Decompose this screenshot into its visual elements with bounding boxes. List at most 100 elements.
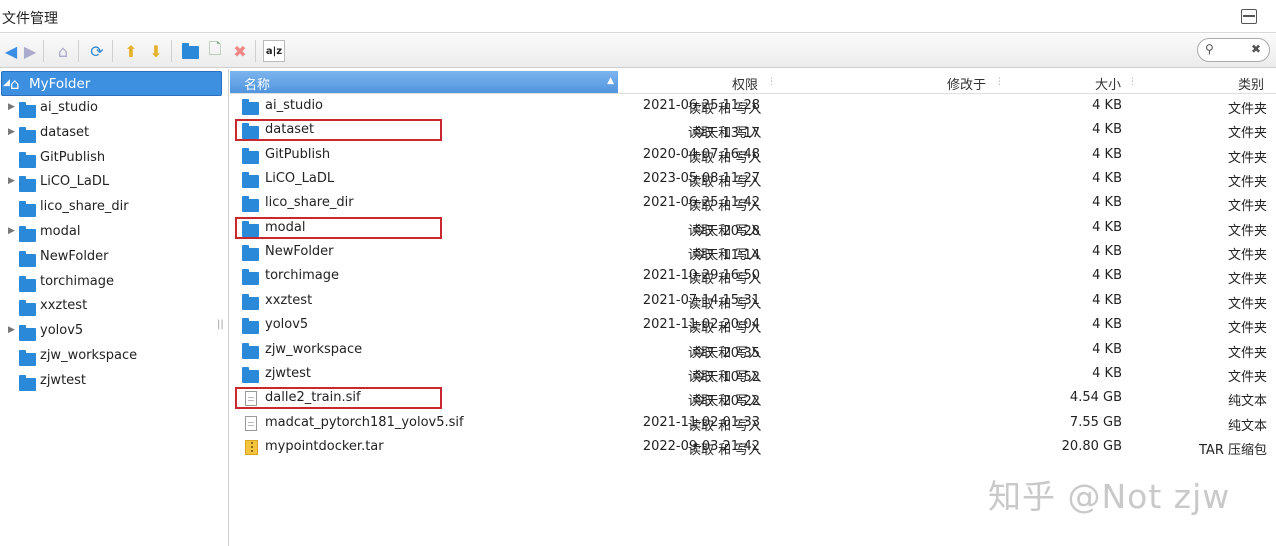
column-header: 名称 ▲ 权限 ⋮ 修改于 ⋮ 大小 ⋮ 类别 <box>230 69 1276 94</box>
file-row[interactable]: LiCO_LaDL 读取 和 写入 2023-05-08 11:27 4 KB 文件夹 <box>230 167 1276 191</box>
tree-item[interactable]: xxztest <box>0 295 225 319</box>
file-size: 4 KB <box>1092 146 1122 162</box>
home-icon: ⌂ <box>10 75 20 93</box>
file-name: lico_share_dir <box>265 195 354 211</box>
toolbar-divider <box>43 40 44 62</box>
home-icon[interactable]: ⌂ <box>52 40 74 62</box>
file-modified: 2021-11-02 20:04 <box>642 317 760 333</box>
column-divider[interactable]: ⋮ <box>767 77 776 87</box>
expand-arrow-icon[interactable]: ◢ <box>3 78 10 88</box>
folder-icon <box>19 275 36 292</box>
tree-item-label: LiCO_LaDL <box>40 174 110 190</box>
file-row[interactable]: zjw_workspace 读取 和 写入 今天 20:35 4 KB 文件夹 <box>230 338 1276 362</box>
file-modified: 2021-10-29 16:50 <box>642 268 760 284</box>
file-row[interactable]: mypointdocker.tar 读取 和 写入 2022-09-03 21:42… <box>230 435 1276 459</box>
file-name: LiCO_LaDL <box>265 171 335 187</box>
file-name: mypointdocker.tar <box>265 438 384 454</box>
file-size: 4 KB <box>1092 195 1122 211</box>
tree-item-label: GitPublish <box>40 149 106 165</box>
column-header-modified[interactable]: 修改于 <box>947 74 986 93</box>
tree-item[interactable]: GitPublish <box>0 147 225 171</box>
clear-search-icon[interactable]: ✖ <box>1251 42 1261 56</box>
expand-arrow-icon[interactable]: ▶ <box>8 325 15 335</box>
toolbar: ◀ ▶ ⌂ ⟳ ⬆ ⬇ 🗋 ✖ a|z ⚲ ✖ <box>0 34 1276 68</box>
folder-icon <box>19 374 36 391</box>
expand-arrow-icon[interactable]: ▶ <box>8 176 15 186</box>
rename-icon[interactable]: a|z <box>263 40 285 62</box>
file-name: zjwtest <box>265 365 312 381</box>
forward-icon[interactable]: ▶ <box>19 40 41 62</box>
file-modified: 今天 13:17 <box>692 126 760 142</box>
new-file-icon[interactable]: 🗋 <box>204 39 226 62</box>
column-divider[interactable]: ⋮ <box>995 77 1004 87</box>
search-input[interactable]: ⚲ ✖ <box>1197 38 1270 62</box>
file-name: torchimage <box>265 268 339 284</box>
file-modified: 2022-09-03 21:42 <box>642 438 760 454</box>
tree-item[interactable]: ▶ modal <box>0 221 225 245</box>
expand-arrow-icon[interactable]: ▶ <box>8 226 15 236</box>
file-type: 文件夹 <box>1227 126 1267 142</box>
resize-grip-icon[interactable]: || <box>217 319 224 330</box>
tree-item[interactable]: zjw_workspace <box>0 345 225 369</box>
file-row[interactable]: xxztest 读取 和 写入 2021-07-14 15:31 4 KB 文件夹 <box>230 289 1276 313</box>
file-name: ai_studio <box>265 98 324 113</box>
file-type: 文件夹 <box>1227 199 1267 215</box>
download-icon[interactable]: ⬇ <box>145 40 167 62</box>
expand-arrow-icon[interactable]: ▶ <box>8 127 15 137</box>
tree-item[interactable]: zjwtest <box>0 370 225 394</box>
file-name: GitPublish <box>265 146 331 162</box>
file-row[interactable]: yolov5 读取 和 写入 2021-11-02 20:04 4 KB 文件夹 <box>230 313 1276 337</box>
tree-item[interactable]: ▶ dataset <box>0 122 225 146</box>
folder-icon <box>242 245 259 262</box>
upload-icon[interactable]: ⬆ <box>120 40 142 62</box>
collapse-panel-icon[interactable] <box>1241 9 1257 24</box>
archive-file-icon <box>245 439 258 455</box>
column-divider[interactable]: ⋮ <box>1128 77 1137 87</box>
file-size: 4 KB <box>1092 219 1122 235</box>
delete-icon[interactable]: ✖ <box>229 40 251 62</box>
refresh-icon[interactable]: ⟳ <box>86 40 108 62</box>
file-modified: 2023-05-08 11:27 <box>642 171 760 187</box>
file-modified: 今天 11:14 <box>692 248 760 264</box>
title-bar: 文件管理 <box>0 0 1276 33</box>
file-modified: 今天 20:22 <box>692 394 760 410</box>
file-row[interactable]: madcat_pytorch181_yolov5.sif 读取 和 写入 2021-… <box>230 411 1276 435</box>
file-size: 4 KB <box>1092 98 1122 113</box>
file-row[interactable]: torchimage 读取 和 写入 2021-10-29 16:50 4 KB 文件夹 <box>230 264 1276 288</box>
file-modified: 2021-07-14 15:31 <box>642 292 760 308</box>
file-row[interactable]: NewFolder 读取 和 写入 今天 11:14 4 KB 文件夹 <box>230 240 1276 264</box>
file-size: 20.80 GB <box>1061 438 1122 454</box>
folder-icon <box>242 147 259 164</box>
expand-arrow-icon[interactable]: ▶ <box>8 102 15 112</box>
file-type: 文件夹 <box>1227 102 1267 117</box>
column-header-name[interactable]: 名称 ▲ <box>230 71 618 93</box>
tree-item[interactable]: NewFolder <box>0 246 225 270</box>
column-header-permission[interactable]: 权限 <box>732 74 758 93</box>
file-row[interactable]: lico_share_dir 读取 和 写入 2021-06-25 11:42 4 K… <box>230 191 1276 215</box>
tree-item-label: modal <box>40 224 81 239</box>
file-row[interactable]: GitPublish 读取 和 写入 2020-04-07 16:48 4 KB 文件夹 <box>230 143 1276 167</box>
tree-item[interactable]: ▶ yolov5 <box>0 320 225 344</box>
tree-item-label: xxztest <box>40 298 88 314</box>
file-modified: 2020-04-07 16:48 <box>642 146 760 162</box>
toolbar-divider <box>112 40 113 62</box>
file-type: 文件夹 <box>1227 175 1267 191</box>
file-row[interactable]: ai_studio 读取 和 写入 2021-06-25 11:28 4 KB 文件夹 <box>230 94 1276 118</box>
file-name: xxztest <box>265 292 313 308</box>
tree-root-myfolder[interactable]: ◢ ⌂ MyFolder <box>1 71 222 96</box>
tree-item[interactable]: ▶ ai_studio <box>0 97 225 121</box>
file-name: yolov5 <box>265 317 309 333</box>
tree-item[interactable]: torchimage <box>0 271 225 295</box>
column-header-size[interactable]: 大小 <box>1095 74 1121 93</box>
file-modified: 今天 20:28 <box>692 223 760 239</box>
tree-item-label: ai_studio <box>40 100 99 115</box>
column-header-type[interactable]: 类别 <box>1238 74 1264 93</box>
folder-icon <box>242 293 259 310</box>
file-row[interactable]: zjwtest 读取 和 写入 今天 10:52 4 KB 文件夹 <box>230 362 1276 386</box>
tree-item[interactable]: ▶ LiCO_LaDL <box>0 171 225 195</box>
tree-item[interactable]: lico_share_dir <box>0 196 225 220</box>
folder-icon <box>19 176 36 193</box>
file-name: NewFolder <box>265 244 334 260</box>
new-folder-icon[interactable] <box>179 40 201 62</box>
folder-icon <box>242 318 259 335</box>
